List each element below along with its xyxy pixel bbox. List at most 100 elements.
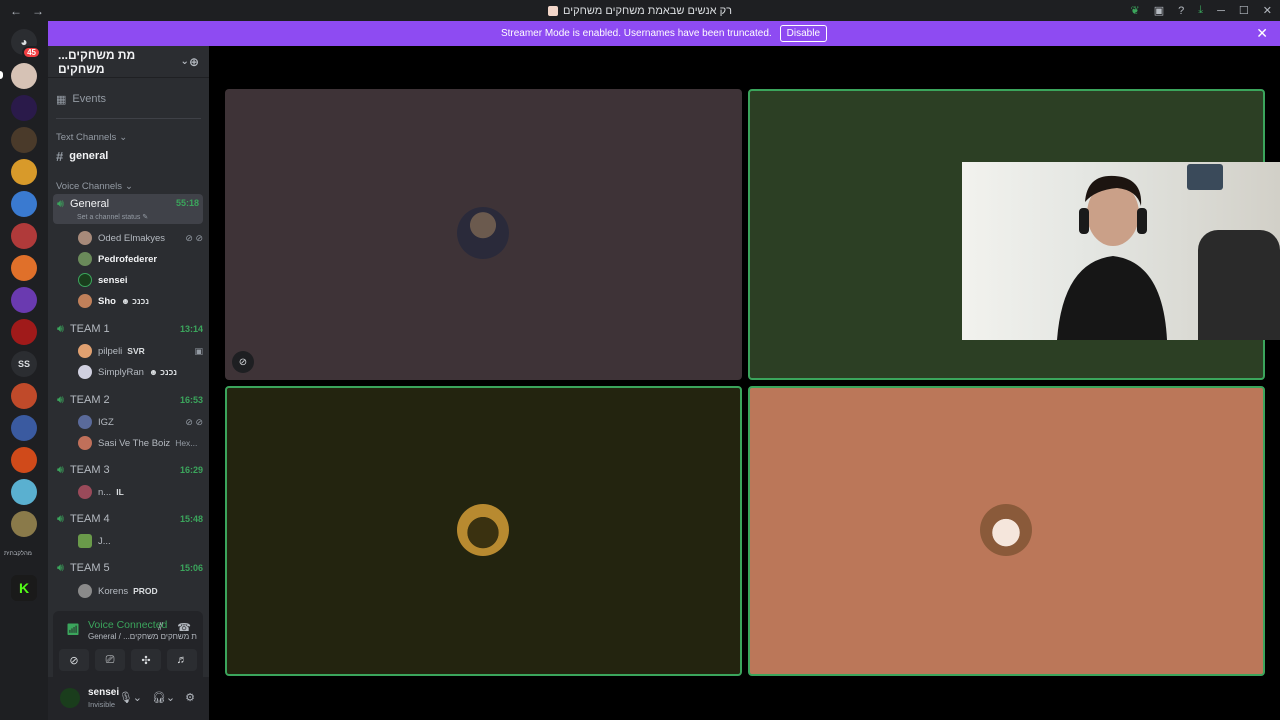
speaker-icon: 🔊︎	[57, 463, 64, 476]
deafened-icon: ⊘ ⊘	[185, 232, 203, 243]
text-category[interactable]: Text Channels ⌄	[56, 132, 203, 143]
server-icon[interactable]	[11, 319, 37, 345]
avatar	[78, 344, 92, 358]
video-tile[interactable]: ⊘	[225, 89, 742, 380]
maximize-icon[interactable]: ☐	[1239, 4, 1249, 17]
voice-member[interactable]: J...	[78, 534, 203, 548]
server-icon[interactable]	[11, 511, 37, 537]
voice-channel-name: TEAM 5	[69, 562, 110, 574]
channel-status[interactable]: Set a channel status ✎	[77, 213, 148, 221]
voice-channel-name: General	[69, 198, 110, 210]
disconnect-icon[interactable]: ☎	[177, 621, 191, 634]
voice-category-label: Voice Channels	[56, 181, 123, 192]
server-icon[interactable]	[11, 415, 37, 441]
server-icon[interactable]	[11, 287, 37, 313]
share-screen-button[interactable]: ⎚	[95, 649, 125, 671]
voice-member[interactable]: Pedrofederer	[78, 252, 203, 266]
voice-channel-team1[interactable]: 🔊︎ TEAM 1 13:14	[57, 322, 203, 336]
download-icon[interactable]: ⤓	[1198, 4, 1203, 17]
avatar	[78, 231, 92, 245]
settings-gear-icon[interactable]: ⚙	[185, 691, 195, 704]
voice-category[interactable]: Voice Channels ⌄	[56, 181, 203, 192]
voice-connected-title[interactable]: Voice Connected	[88, 619, 167, 631]
forward-arrow-icon[interactable]: →	[32, 4, 44, 18]
video-tile-speaking[interactable]	[225, 386, 742, 676]
microphone-icon[interactable]: 🎙︎⌄	[119, 691, 142, 704]
voice-member[interactable]: Sho ☻ נכנכ	[78, 294, 203, 308]
user-panel: sensei Invisible 🎙︎⌄ 🎧︎⌄ ⚙	[48, 677, 209, 720]
disable-button[interactable]: Disable	[779, 25, 828, 42]
nitro-leaf-icon[interactable]: ❦	[1130, 4, 1139, 17]
server-text-icon[interactable]: SS	[11, 351, 37, 377]
server-icon[interactable]	[11, 255, 37, 281]
noise-suppression-icon[interactable]: ⫽	[158, 621, 163, 634]
kick-server-icon[interactable]: K	[11, 575, 37, 601]
back-arrow-icon[interactable]: ←	[10, 4, 22, 18]
video-tile-speaking[interactable]	[748, 386, 1265, 676]
headphones-icon[interactable]: 🎧︎⌄	[152, 691, 175, 704]
server-icon[interactable]	[11, 383, 37, 409]
voice-channel-team5[interactable]: 🔊︎ TEAM 5 15:06	[57, 561, 203, 575]
voice-channel-team3[interactable]: 🔊︎ TEAM 3 16:29	[57, 463, 203, 477]
voice-member[interactable]: pilpeli SVR ▣	[78, 344, 203, 358]
banner-text: Streamer Mode is enabled. Usernames have…	[500, 28, 772, 39]
calendar-icon: ▦	[56, 93, 67, 106]
member-name: sensei	[98, 274, 128, 286]
server-icon[interactable]	[11, 479, 37, 505]
soundboard-icon: ♬	[176, 654, 188, 666]
server-icon-active[interactable]	[11, 63, 37, 89]
avatar	[78, 294, 92, 308]
voice-channel-team2[interactable]: 🔊︎ TEAM 2 16:53	[57, 393, 203, 407]
hash-icon: #	[56, 148, 64, 164]
member-tag: PROD	[133, 586, 158, 596]
home-discord-icon[interactable]: ◕ 45	[11, 29, 41, 59]
screen-share-icon: ⎚	[105, 653, 115, 666]
voice-channel-name: TEAM 1	[69, 323, 110, 335]
channel-general[interactable]: # general	[56, 148, 203, 164]
chevron-down-icon: ⌄	[125, 181, 133, 192]
server-icon[interactable]	[11, 159, 37, 185]
participant-avatar	[980, 504, 1032, 556]
avatar[interactable]	[60, 688, 80, 708]
member-name: pilpeli	[98, 345, 123, 357]
camera-off-button[interactable]: ⊘	[59, 649, 89, 671]
voice-member[interactable]: Korens PROD	[78, 584, 203, 598]
webcam-feed[interactable]	[962, 162, 1280, 340]
channel-timer: 13:14	[179, 324, 203, 334]
username[interactable]: sensei	[88, 687, 119, 698]
voice-member[interactable]: IGZ ⊘ ⊘	[78, 415, 203, 429]
voice-member[interactable]: sensei	[78, 273, 203, 287]
server-icon[interactable]	[11, 191, 37, 217]
text-category-label: Text Channels	[56, 132, 117, 143]
avatar	[78, 273, 92, 287]
voice-member[interactable]: SimplyRan ☻ נכנכ	[78, 365, 203, 379]
member-name: SimplyRan	[98, 366, 144, 378]
events-item[interactable]: ▦ Events	[56, 92, 203, 106]
voice-channel-team4[interactable]: 🔊︎ TEAM 4 15:48	[57, 512, 203, 526]
help-icon[interactable]: ?	[1178, 5, 1184, 17]
activities-button[interactable]: ✣	[131, 649, 161, 671]
avatar	[78, 365, 92, 379]
avatar	[78, 534, 92, 548]
guild-header[interactable]: ...מת משחקים משחקים ⌄ ⊕	[48, 46, 209, 78]
avatar	[78, 436, 92, 450]
server-icon[interactable]	[11, 447, 37, 473]
signal-icon[interactable]: 📶︎	[66, 623, 80, 636]
speaker-icon: 🔊︎	[57, 512, 64, 525]
voice-member[interactable]: Oded Elmakyes ⊘ ⊘	[78, 231, 203, 245]
title-bar: ← → רק אנשים שבאמת משחקים משחקים ❦ ▣ ? ⤓…	[0, 0, 1280, 21]
avatar	[78, 584, 92, 598]
server-icon[interactable]	[11, 127, 37, 153]
server-icon[interactable]	[11, 95, 37, 121]
add-user-icon[interactable]: ⊕	[189, 55, 199, 69]
voice-member[interactable]: Sasi Ve The Boiz Hex...	[78, 436, 203, 450]
server-rail: ◕ 45 SS מהלקבתית K	[0, 21, 48, 720]
server-icon[interactable]	[11, 223, 37, 249]
close-window-icon[interactable]: ✕	[1263, 4, 1272, 17]
chair	[1198, 230, 1280, 340]
soundboard-button[interactable]: ♬	[167, 649, 197, 671]
inbox-icon[interactable]: ▣	[1154, 4, 1164, 17]
minimize-icon[interactable]: ─	[1217, 5, 1225, 17]
close-icon[interactable]: ✕	[1256, 25, 1268, 42]
voice-member[interactable]: n... IL	[78, 485, 203, 499]
